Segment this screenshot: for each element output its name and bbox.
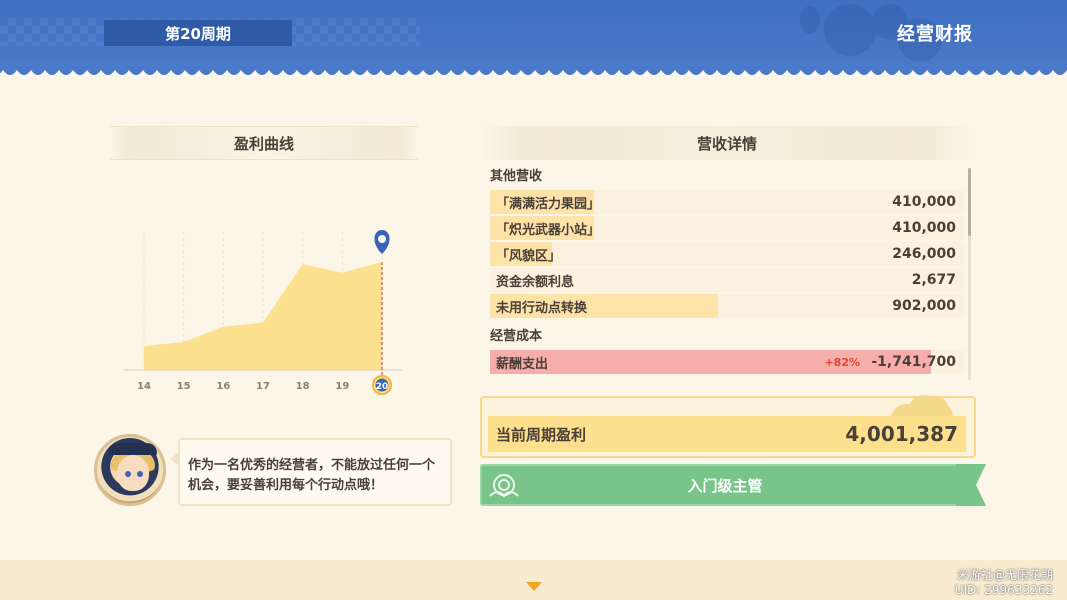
avatar-eye [137,471,143,477]
watermark: 米游社@无限花期 UID: 299633262 [955,568,1053,598]
watermark-line1: 米游社@无限花期 [956,568,1053,582]
current-profit-label: 当前周期盈利 [496,425,587,444]
revenue-row-value: 902,000 [892,298,956,314]
revenue-group-title: 其他营收 [490,168,543,184]
revenue-row: 「满满活力果园」 410,000 [490,190,964,214]
revenue-row-value: -1,741,700 [871,354,956,370]
x-tick-label: 17 [256,381,270,392]
revenue-row-label: 「风貌区」 [496,248,562,264]
revenue-row: 未用行动点转换 902,000 [490,294,964,318]
scrollbar-thumb[interactable] [968,168,971,236]
location-pin-dot [378,235,386,243]
mascot-silhouette-icon [890,395,953,418]
revenue-details-title: 营收详情 [480,126,974,160]
chevron-down-icon[interactable] [526,582,542,591]
revenue-list[interactable]: 其他营收「满满活力果园」 410,000 「炽光武器小站」 410,000 「风貌区」 2… [488,160,966,386]
avatar-hat [109,443,157,455]
profit-curve-title: 盈利曲线 [110,126,418,160]
revenue-row-value: 410,000 [892,220,956,236]
current-profit-panel: 当前周期盈利 4,001,387 [480,395,976,458]
current-profit-value: 4,001,387 [845,422,958,446]
revenue-scrollbar[interactable] [968,168,971,380]
ribbon-tail-icon [956,464,986,506]
x-tick-label: 15 [177,381,191,392]
x-tick-label: 20 [376,382,389,392]
x-tick-label: 16 [216,381,230,392]
x-tick-label: 19 [335,381,349,392]
revenue-group-title: 经营成本 [490,328,543,344]
watermark-line2: UID: 299633262 [954,583,1053,597]
revenue-row-value: 2,677 [911,272,956,288]
dialogue-bubble: 作为一名优秀的经营者，不能放过任何一个机会，要妥善利用每个行动点哦！ [178,438,452,506]
revenue-row-percent: +82% [824,355,860,369]
rose-emblem-icon [489,474,519,498]
revenue-row-value: 410,000 [892,194,956,210]
banner-wave-edge [0,62,1067,75]
avatar [94,434,166,506]
x-tick-label: 14 [137,381,151,392]
avatar-eye [125,471,131,477]
revenue-row-label: 薪酬支出 [496,356,549,372]
header-banner: 第20周期 经营财报 [0,0,1067,70]
rank-bar: 入门级主管 [480,464,970,506]
revenue-row-label: 资金余额利息 [496,274,575,290]
revenue-row-label: 「满满活力果园」 [496,196,601,212]
revenue-row-label: 「炽光武器小站」 [496,222,601,238]
rank-label: 入门级主管 [687,476,763,495]
revenue-row: 「炽光武器小站」 410,000 [490,216,964,240]
revenue-row: 资金余额利息 2,677 [490,268,964,292]
x-tick-label: 18 [296,381,310,392]
revenue-row: 「风貌区」 246,000 [490,242,964,266]
avatar-face [117,455,149,491]
revenue-row-label: 未用行动点转换 [496,300,588,316]
period-label: 第20周期 [104,20,292,46]
profit-curve-chart: 14 15 16 17 18 19 20 [124,230,402,395]
current-profit-row: 当前周期盈利 4,001,387 [488,416,966,452]
page-title: 经营财报 [897,24,973,45]
revenue-row-fill [490,350,931,374]
revenue-row-value: 246,000 [892,246,956,262]
bottom-band [0,560,1067,600]
revenue-row: 薪酬支出 +82% -1,741,700 [490,350,964,374]
